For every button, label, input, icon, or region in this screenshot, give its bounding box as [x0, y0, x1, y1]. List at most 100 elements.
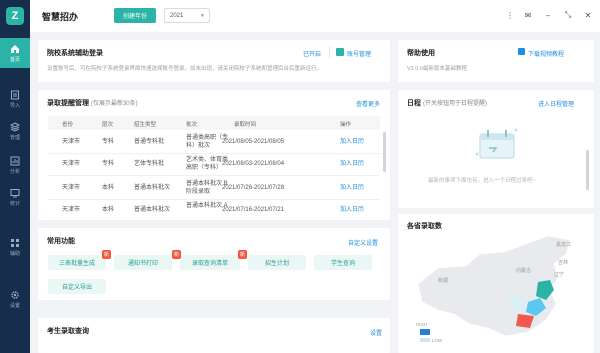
- column-header: 招生类型: [134, 122, 157, 128]
- schedule-scrollbar[interactable]: [586, 150, 589, 190]
- sidebar-item-assist[interactable]: 辅助: [0, 232, 30, 262]
- cell-type: 普通本科批次: [134, 207, 171, 213]
- new-badge: 新: [102, 250, 111, 259]
- mail-icon[interactable]: ✉: [522, 9, 534, 21]
- download-tutorial-link[interactable]: 下载视频教程: [528, 49, 564, 58]
- sidebar-item-label: 统计: [9, 200, 20, 207]
- cell-level: 专科: [102, 161, 115, 167]
- add-to-calendar-link[interactable]: 加入日历: [340, 138, 364, 146]
- cell-province: 天津市: [62, 139, 81, 145]
- sidebar: Z 首页 导入 管理 分析 统计 辅助 设置: [0, 0, 30, 353]
- card-title-sub: (仅展示最新30条): [90, 101, 138, 107]
- cell-type: 普通本科批次: [134, 185, 171, 191]
- stats-icon: [10, 188, 20, 197]
- admission-list-button[interactable]: 录取查询清单: [180, 255, 240, 270]
- cell-level: 专科: [102, 139, 115, 145]
- enrollment-plan-button[interactable]: 招生计划: [248, 255, 306, 270]
- empty-state-text: 最新的事项下面也有，进入一个日程过来吧~: [428, 178, 536, 184]
- map-label: 吉林: [558, 259, 568, 266]
- sidebar-item-settings[interactable]: 设置: [0, 284, 30, 314]
- stack-icon: [10, 121, 20, 132]
- add-to-calendar-link[interactable]: 加入日历: [340, 206, 364, 214]
- video-icon: [518, 48, 525, 55]
- year-select[interactable]: 2021 ▼: [164, 8, 210, 23]
- sidebar-item-label: 导入: [9, 102, 20, 109]
- card-title-main: 录取提醒管理: [47, 100, 89, 107]
- version-text: V2.0.0最新版本基础教程: [407, 66, 467, 72]
- column-header: 省份: [62, 122, 74, 128]
- student-query-card: 考生录取查询 设置: [38, 318, 390, 353]
- cell-batch-line2: 阶段录取: [186, 189, 211, 195]
- card-title-sub: (开关按钮用于日程提醒): [422, 101, 487, 107]
- cell-province: 天津市: [62, 185, 81, 191]
- column-header: 批次: [186, 122, 198, 128]
- custom-export-button[interactable]: 自定义导出: [48, 279, 106, 294]
- card-title: 录取提醒管理 (仅展示最新30条): [47, 98, 138, 108]
- map-label: 新疆: [438, 277, 448, 284]
- cell-batch-line2: 高职（专科）: [186, 165, 223, 171]
- sidebar-item-label: 首页: [9, 56, 20, 63]
- cell-time: 2021/08/05-2021/08/05: [222, 139, 285, 145]
- sidebar-item-label: 管理: [9, 134, 20, 141]
- grid-icon: [11, 238, 19, 247]
- table-scrollbar[interactable]: [383, 132, 386, 172]
- account-icon: [336, 48, 344, 56]
- student-query-button[interactable]: 学生查询: [314, 255, 372, 270]
- add-to-calendar-link[interactable]: 加入日历: [340, 184, 364, 192]
- account-manage-link[interactable]: 账号管理: [347, 49, 371, 58]
- new-badge: 新: [238, 250, 247, 259]
- cell-time: 2021/07/26-2021/07/28: [222, 185, 285, 191]
- sidebar-item-analysis[interactable]: 分析: [0, 150, 30, 180]
- query-settings-link[interactable]: 设置: [370, 328, 382, 337]
- import-icon: [11, 90, 19, 99]
- app-logo: Z: [6, 7, 24, 25]
- batch-generate-button[interactable]: 三表批量生成: [48, 255, 106, 270]
- add-to-calendar-link[interactable]: 加入日历: [340, 160, 364, 168]
- sidebar-item-stats[interactable]: 统计: [0, 182, 30, 212]
- card-title: 常用功能: [47, 238, 75, 245]
- view-more-link[interactable]: 查看更多: [356, 99, 380, 108]
- more-icon[interactable]: ⋮: [504, 9, 516, 21]
- card-title: 帮助使用: [407, 50, 435, 57]
- cell-province: 天津市: [62, 207, 81, 213]
- year-select-value: 2021: [170, 12, 184, 19]
- cell-batch-line2: 科）批次: [186, 143, 211, 149]
- create-year-button[interactable]: 创建年份: [114, 8, 156, 23]
- card-title: 日程 (开关按钮用于日程提醒): [407, 98, 487, 108]
- gear-icon: [11, 290, 19, 299]
- sidebar-item-manage[interactable]: 管理: [0, 116, 30, 146]
- chart-icon: [10, 156, 20, 165]
- home-icon: [11, 44, 19, 53]
- row-divider: [48, 199, 380, 200]
- status-enabled: 已开启: [303, 52, 322, 58]
- close-icon[interactable]: ✕: [582, 9, 594, 21]
- login-description: 设置账号后，可在院校子系统登录界面快速选择账号登录。如未出现，请关闭院校子系统和…: [47, 66, 323, 72]
- column-header: 录取时间: [234, 122, 257, 128]
- empty-calendar-icon: [475, 128, 518, 159]
- legend-low-label: LOW: [432, 338, 443, 343]
- card-title: 各省录取数: [407, 223, 442, 230]
- sidebar-item-label: 分析: [9, 168, 20, 175]
- top-bar: 智慧招办 创建年份 2021 ▼ ⋮ ✉ – ⤡ ✕: [30, 0, 600, 32]
- cell-time: 2021/08/03-2021/08/04: [222, 161, 285, 167]
- minimize-icon[interactable]: –: [542, 9, 554, 21]
- sidebar-item-home[interactable]: 首页: [0, 38, 30, 68]
- new-badge: 新: [172, 250, 181, 259]
- card-title-main: 日程: [407, 100, 421, 107]
- china-map[interactable]: 黑龙江 吉林 辽宁 内蒙古 新疆 HIGH LOW: [408, 232, 594, 344]
- cell-type: 普通专科批: [134, 139, 165, 145]
- map-label: 内蒙古: [516, 267, 531, 274]
- divider: [329, 46, 330, 58]
- card-title: 院校系统辅助登录: [47, 50, 103, 57]
- login-helper-card: 院校系统辅助登录 已开启 账号管理 设置账号后，可在院校子系统登录界面快速选择账…: [38, 40, 390, 82]
- sidebar-item-label: 辅助: [9, 250, 20, 257]
- restore-icon[interactable]: ⤡: [562, 9, 574, 21]
- schedule-manage-link[interactable]: 进入日程管理: [538, 99, 574, 108]
- cell-time: 2021/07/16-2021/07/21: [222, 207, 285, 213]
- app-title: 智慧招办: [42, 12, 79, 22]
- sidebar-item-label: 设置: [9, 302, 20, 309]
- sidebar-item-import[interactable]: 导入: [0, 84, 30, 114]
- notice-print-button[interactable]: 通知书打印: [114, 255, 172, 270]
- row-divider: [48, 175, 380, 176]
- custom-settings-link[interactable]: 自定义设置: [348, 238, 378, 247]
